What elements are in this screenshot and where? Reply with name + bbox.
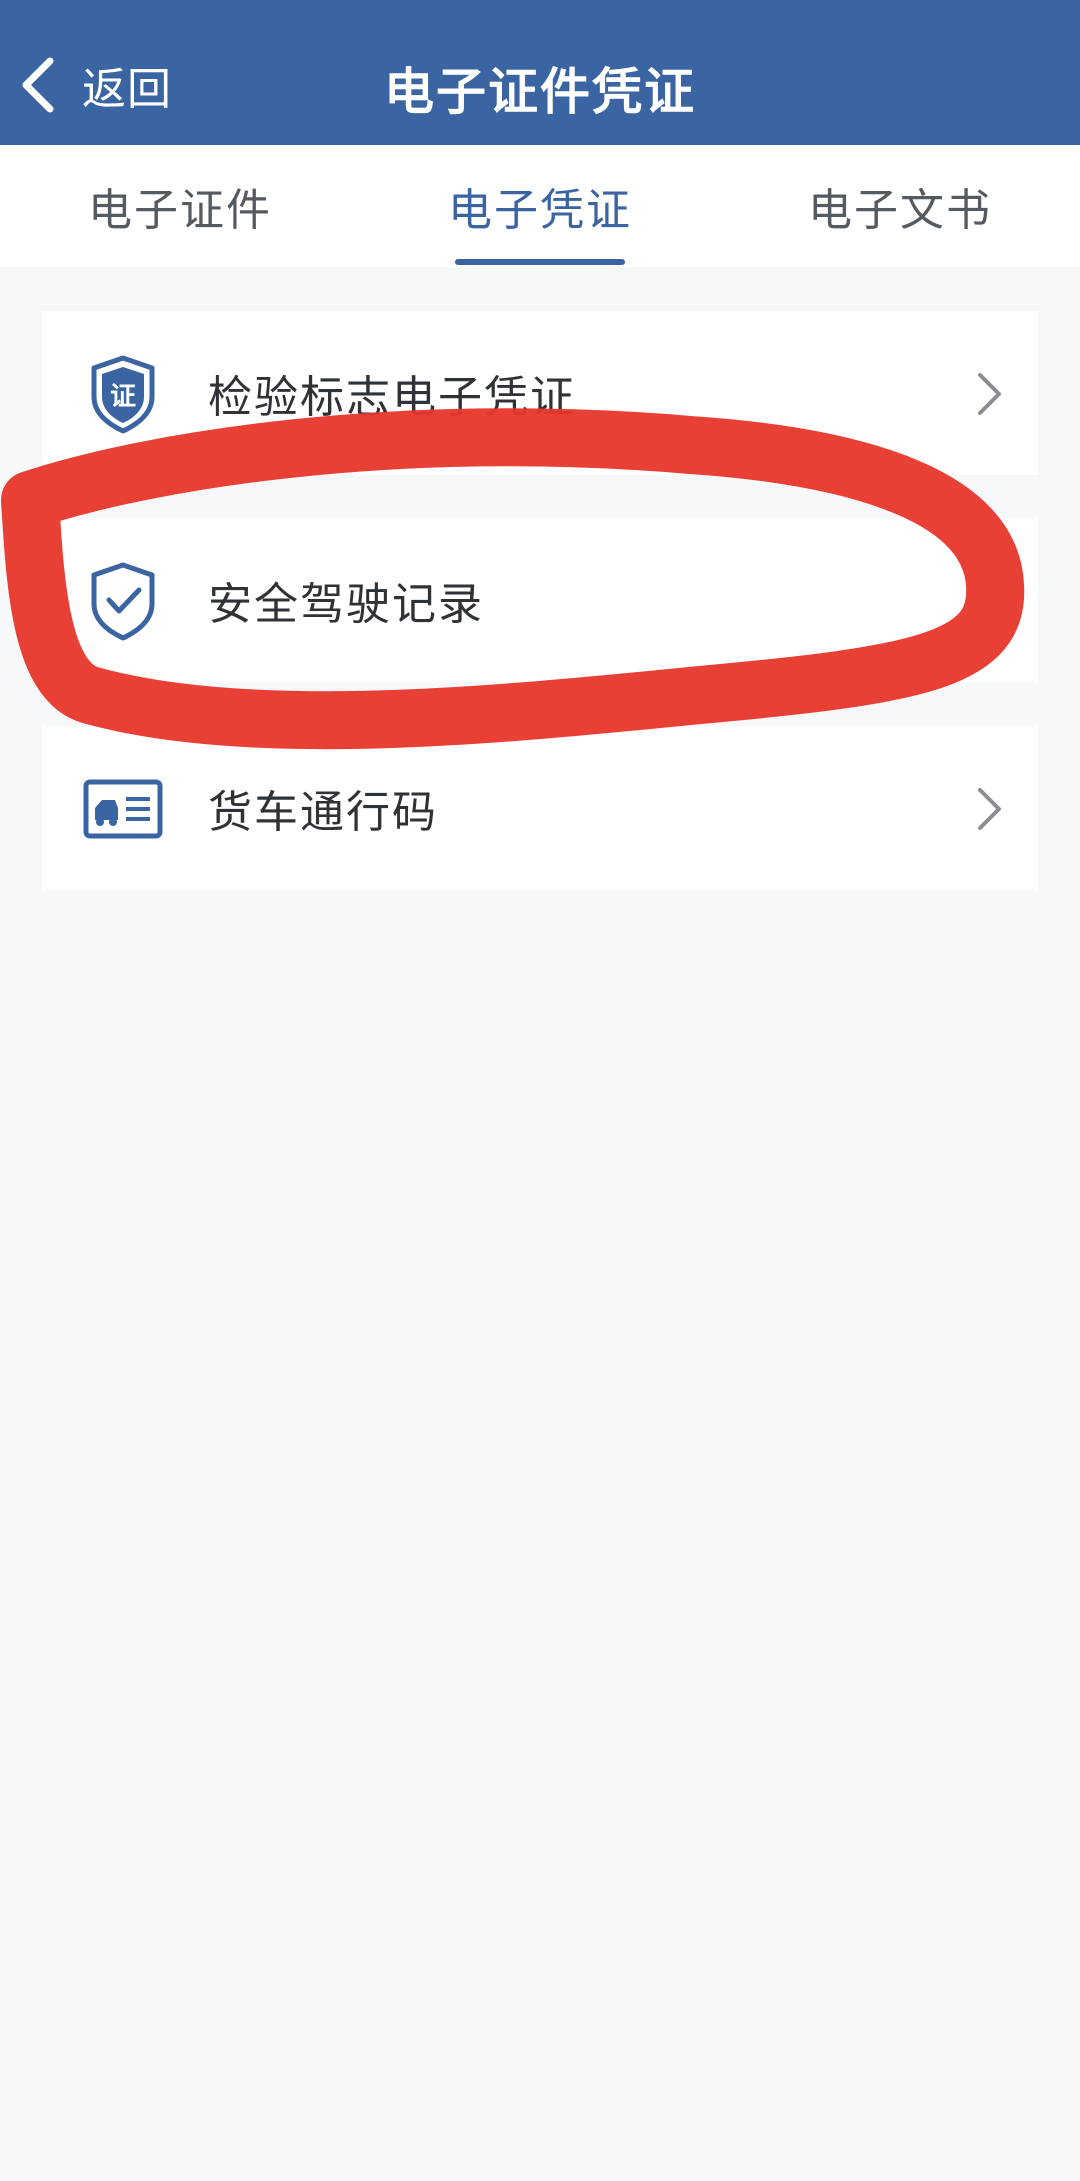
nav-header: 返回 电子证件凭证 <box>0 0 1080 145</box>
active-tab-indicator <box>455 259 625 265</box>
tab-electronic-voucher[interactable]: 电子凭证 <box>420 145 660 267</box>
list-item-inspection-voucher[interactable]: 证 检验标志电子凭证 <box>42 311 1038 475</box>
list-item-label: 货车通行码 <box>208 787 438 838</box>
page-title: 电子证件凭证 <box>384 63 696 121</box>
list-item-label: 安全驾驶记录 <box>208 579 484 630</box>
tab-bar: 电子证件 电子凭证 电子文书 <box>0 145 1080 267</box>
chevron-right-icon <box>974 786 1004 832</box>
list-item-label: 检验标志电子凭证 <box>208 372 576 423</box>
icon-badge-text: 证 <box>110 382 136 412</box>
tab-electronic-document[interactable]: 电子文书 <box>780 145 1020 267</box>
list-item-truck-pass-code[interactable]: 货车通行码 <box>42 726 1038 890</box>
app-screen: 返回 电子证件凭证 电子证件 电子凭证 电子文书 证 检验标志电子凭证 安全驾驶… <box>0 0 1080 2181</box>
list-item-safe-driving-record[interactable]: 安全驾驶记录 <box>42 518 1038 682</box>
truck-card-icon <box>82 768 164 850</box>
chevron-right-icon <box>974 371 1004 417</box>
tab-electronic-id[interactable]: 电子证件 <box>60 145 300 267</box>
shield-check-icon <box>82 560 164 642</box>
shield-certificate-icon: 证 <box>82 353 164 435</box>
